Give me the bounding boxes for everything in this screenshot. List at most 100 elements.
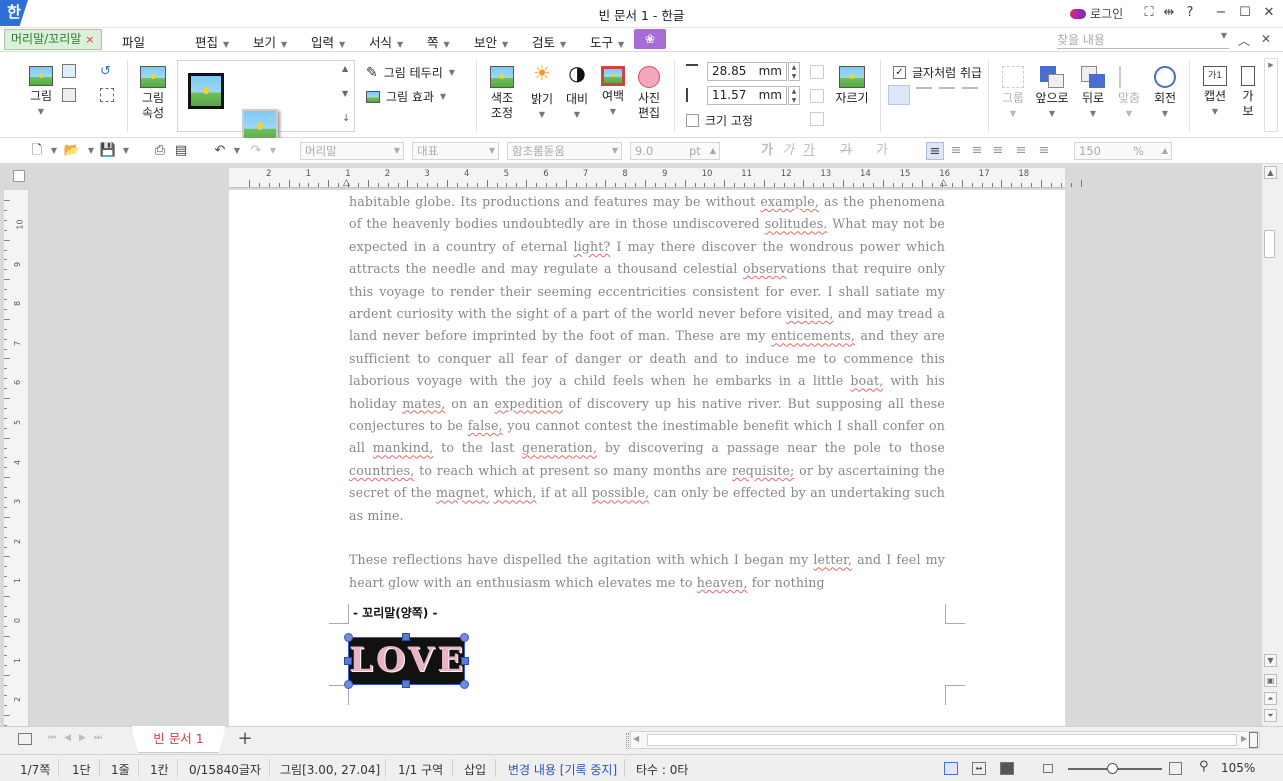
height-input[interactable]: 11.57 mm	[707, 86, 787, 105]
align-left-icon[interactable]: ≡	[947, 142, 965, 160]
resize-handle[interactable]	[461, 657, 469, 665]
fix-size-checkbox[interactable]: 크기 고정	[686, 112, 753, 129]
distribute-icon[interactable]: ≡	[1012, 142, 1030, 160]
crop-button[interactable]: 자르기	[833, 66, 871, 106]
undo-icon[interactable]: ↶	[211, 142, 229, 160]
fit-width-icon[interactable]: ↔	[972, 762, 986, 775]
align-button[interactable]: 맞춤 ▼	[1112, 66, 1146, 121]
spellcheck-word[interactable]: generation,	[522, 440, 597, 455]
page-view-icon[interactable]: ▣	[1264, 674, 1277, 687]
underline-icon[interactable]: 가	[800, 142, 818, 160]
more-button[interactable]: 가 보	[1238, 66, 1258, 119]
spellcheck-word[interactable]: false,	[468, 418, 503, 433]
gallery-up-icon[interactable]: ▲	[342, 64, 348, 73]
gallery-expand-icon[interactable]: ↓	[342, 113, 350, 124]
close-document-icon[interactable]: ✕	[1261, 32, 1271, 46]
indent-left-marker[interactable]: △	[343, 178, 350, 188]
size-option-icon[interactable]	[810, 112, 824, 126]
resize-handle[interactable]	[344, 680, 353, 689]
fullscreen-icon[interactable]: ⛶	[1140, 4, 1158, 22]
chevron-down-icon[interactable]: ▼	[45, 142, 63, 160]
spellcheck-word[interactable]: boat,	[850, 373, 883, 388]
spellcheck-word[interactable]: magnet,	[436, 485, 489, 500]
treat-as-char-checkbox[interactable]: ✓ 글자처럼 취급	[893, 64, 982, 81]
spellcheck-word[interactable]: example,	[760, 194, 819, 209]
full-page-icon[interactable]	[1000, 762, 1014, 775]
spellcheck-word[interactable]: heaven,	[697, 575, 748, 590]
minimize-icon[interactable]: −	[1212, 4, 1230, 22]
strikethrough-icon[interactable]: 가	[837, 142, 855, 160]
vertical-ruler[interactable]: 10 9 8 7 6 5 4 3 2 1 0 1 2	[4, 190, 29, 726]
redo-icon[interactable]: ↷	[247, 142, 265, 160]
zoom-slider-thumb[interactable]	[1107, 763, 1118, 774]
picture-border-button[interactable]: ✎ 그림 테두리 ▼	[366, 64, 455, 81]
login-button[interactable]: 로그인	[1070, 5, 1123, 22]
status-track-changes[interactable]: 변경 내용 [기록 중지]	[508, 761, 617, 778]
add-tab-button[interactable]: +	[233, 728, 257, 750]
spellcheck-word[interactable]: countries,	[349, 463, 414, 478]
horizontal-scrollbar[interactable]: ◀ ▶	[630, 731, 1260, 749]
menu-view[interactable]: 보기 ▼	[253, 32, 287, 51]
font-size-input[interactable]: 9.0 pt ▲	[630, 142, 720, 160]
style-select[interactable]: 머리말 ▼	[300, 142, 404, 160]
chevron-down-icon[interactable]: ▼	[117, 142, 135, 160]
tulip-menu-icon[interactable]: ❀	[634, 29, 666, 49]
wrap-option-icon[interactable]	[888, 85, 910, 105]
tab-list-icon[interactable]	[18, 733, 32, 745]
resize-handle[interactable]	[402, 680, 410, 688]
print-icon[interactable]: ⎙	[151, 142, 169, 160]
spellcheck-word[interactable]: mates,	[402, 396, 445, 411]
menu-tools[interactable]: 도구 ▼	[590, 32, 624, 51]
align-center-icon[interactable]: ≡	[968, 142, 986, 160]
split-view-icon[interactable]: ⇹	[1160, 4, 1178, 22]
normal-view-icon[interactable]	[944, 762, 958, 775]
vertical-scrollbar[interactable]: ▲ ▼ ▣ ⏶ ⏷	[1261, 164, 1278, 726]
align-justify-icon[interactable]: ≡	[926, 142, 944, 160]
width-input[interactable]: 28.85 mm	[707, 62, 787, 81]
menu-page[interactable]: 쪽 ▼	[427, 32, 450, 51]
wrap-option-icon[interactable]	[939, 87, 955, 101]
scroll-thumb[interactable]	[1264, 230, 1275, 258]
split-view-handle[interactable]	[1249, 732, 1258, 748]
scroll-right-icon[interactable]: ▶	[1241, 734, 1247, 743]
help-icon[interactable]: ?	[1181, 4, 1199, 22]
gallery-down-icon[interactable]: ▼	[342, 89, 348, 98]
zoom-in-icon[interactable]	[1169, 762, 1182, 775]
status-insert-mode[interactable]: 삽입	[464, 761, 486, 778]
caption-button[interactable]: 가1 캡션 ▼	[1197, 66, 1233, 119]
spellcheck-word[interactable]: enticements,	[771, 328, 855, 343]
scroll-thumb[interactable]	[647, 734, 1237, 746]
scroll-down-icon[interactable]: ▼	[1264, 654, 1277, 667]
color-adjust-button[interactable]: 색조 조정	[486, 66, 518, 121]
scroll-left-icon[interactable]: ◀	[633, 734, 639, 743]
spellcheck-word[interactable]: requisite;	[732, 463, 794, 478]
tab-document[interactable]: 빈 문서 1	[131, 726, 226, 753]
scroll-up-icon[interactable]: ▲	[1264, 166, 1277, 179]
divide-icon[interactable]: ≡	[1035, 142, 1053, 160]
spellcheck-word[interactable]: visited,	[786, 306, 833, 321]
search-input[interactable]: 찾을 내용 ▼	[1057, 31, 1229, 49]
previous-page-icon[interactable]: ⏶	[1264, 692, 1277, 705]
splitter-handle[interactable]	[626, 733, 629, 749]
photo-edit-button[interactable]: 사진 편집	[633, 66, 665, 121]
zoom-out-icon[interactable]	[1043, 764, 1053, 773]
picture-layout-icon[interactable]	[62, 88, 76, 102]
menu-file[interactable]: 파일	[122, 32, 145, 51]
resize-handle[interactable]	[460, 680, 469, 689]
spellcheck-word[interactable]: light?	[573, 239, 610, 254]
chevron-down-icon[interactable]: ▼	[228, 142, 246, 160]
menu-insert[interactable]: 입력 ▼	[311, 32, 345, 51]
preview-icon[interactable]: ▤	[172, 142, 190, 160]
ruler-corner-icon[interactable]	[13, 170, 25, 182]
magnifier-icon[interactable]: ⚲	[1199, 759, 1209, 774]
width-spinner[interactable]: ▲ ▼	[788, 62, 800, 81]
close-icon[interactable]: ✕	[1260, 4, 1278, 22]
spellcheck-word[interactable]: possible,	[592, 485, 650, 500]
spellcheck-word[interactable]: mankind,	[373, 440, 434, 455]
paragraph[interactable]: habitable globe. Its productions and fea…	[349, 191, 945, 527]
context-tab-close-icon[interactable]: ×	[85, 30, 94, 49]
style-black-border[interactable]	[188, 73, 224, 109]
margin-button[interactable]: 여백 ▼	[597, 66, 629, 119]
resize-handle[interactable]	[344, 633, 353, 642]
chevron-down-icon[interactable]: ▼	[82, 142, 100, 160]
